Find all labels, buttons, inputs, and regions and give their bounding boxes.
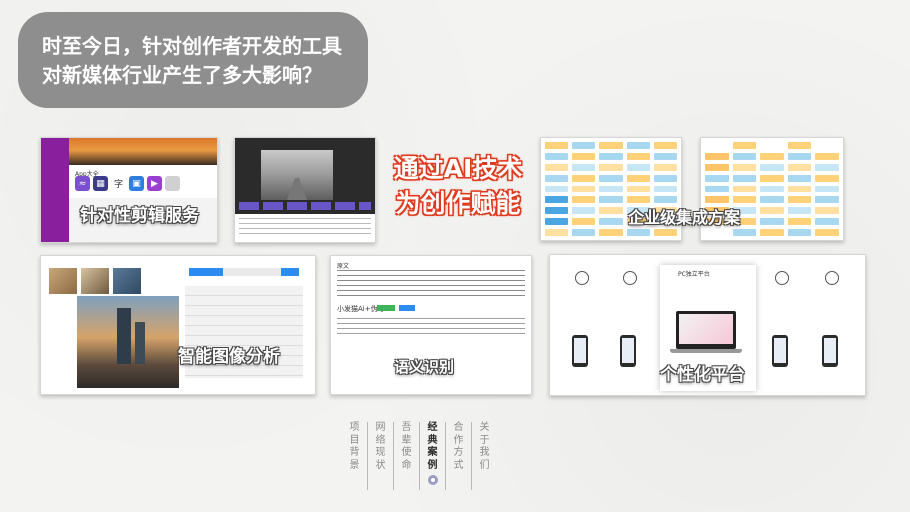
editor-notes — [239, 218, 371, 238]
tower-shape — [117, 308, 131, 364]
result-tag-green — [377, 305, 395, 311]
nav-item-char: 经 — [427, 422, 438, 433]
laptop-mockup — [676, 311, 736, 349]
image-analysis-screenshot — [40, 255, 316, 395]
placeholder-icon — [165, 176, 180, 191]
section-nav: 项目背景网络现状吾辈使命经典案例合作方式关于我们 — [342, 422, 497, 490]
result-text-block — [337, 318, 525, 338]
headline-banner: 时至今日，针对创作者开发的工具 对新媒体行业产生了多大影响？ — [18, 12, 368, 108]
nav-item-char: 式 — [453, 459, 464, 471]
device-icon — [575, 271, 589, 285]
nav-item-char: 典 — [427, 434, 438, 446]
nav-item-char: 辈 — [401, 434, 412, 446]
nav-item-4[interactable]: 经典案例 — [420, 422, 446, 490]
laptop-base — [670, 349, 742, 353]
app-icon-row: ≈ ▦ 字 ▣ ▶ — [75, 176, 180, 191]
video-icon: ▶ — [147, 176, 162, 191]
enterprise-solution-caption: 企业级集成方案 — [628, 208, 741, 227]
source-text-block — [337, 270, 525, 296]
phone-mockup-2 — [620, 335, 636, 367]
thumbnail-1 — [49, 268, 77, 294]
phone-mockup-1 — [572, 335, 588, 367]
editing-service-caption: 针对性剪辑服务 — [80, 206, 199, 226]
nav-item-char: 吾 — [401, 422, 412, 433]
thumbnail-2 — [81, 268, 109, 294]
nav-item-char: 命 — [401, 459, 412, 471]
nav-item-char: 关 — [479, 422, 490, 433]
image-analysis-caption: 智能图像分析 — [178, 347, 280, 367]
nav-item-char: 网 — [375, 422, 386, 433]
phone-mockup-4 — [822, 335, 838, 367]
nav-item-char: 案 — [427, 447, 438, 458]
source-text-heading: 原文 — [337, 263, 350, 270]
app-icon — [775, 271, 789, 285]
pc-platform-title: PC独立平台 — [678, 271, 710, 278]
nav-item-5[interactable]: 合作方式 — [446, 422, 472, 490]
nav-item-char: 目 — [349, 434, 360, 446]
text-icon: 字 — [111, 176, 126, 191]
video-editor-screenshot — [234, 137, 376, 243]
nav-item-char: 我 — [479, 447, 490, 458]
banner-image — [69, 138, 217, 165]
ai-empowerment-slogan: 通过AI技术 为创作赋能 — [390, 151, 526, 221]
nav-item-char: 例 — [427, 459, 438, 471]
nav-item-char: 使 — [401, 447, 412, 458]
grid-icon: ▦ — [93, 176, 108, 191]
link-icon — [623, 271, 637, 285]
slogan-line-1: 通过AI技术 — [393, 154, 523, 183]
feature-column-3 — [760, 265, 804, 288]
nav-item-char: 方 — [453, 447, 464, 458]
nav-item-char: 作 — [453, 434, 464, 446]
feature-column-4 — [810, 265, 854, 288]
editing-service-screenshot: App大全 ≈ ▦ 字 ▣ ▶ — [40, 137, 218, 243]
nav-item-char: 合 — [453, 422, 464, 433]
image-icon: ▣ — [129, 176, 144, 191]
app-sidebar — [41, 138, 69, 242]
nav-item-char: 项 — [349, 422, 360, 433]
nav-item-char: 于 — [479, 434, 490, 446]
analyze-button — [281, 268, 299, 276]
wave-icon: ≈ — [75, 176, 90, 191]
phone-mockup-3 — [772, 335, 788, 367]
nav-item-2[interactable]: 网络现状 — [368, 422, 394, 490]
personalized-platform-caption: 个性化平台 — [660, 365, 745, 385]
nav-item-char: 背 — [349, 447, 360, 458]
nav-item-3[interactable]: 吾辈使命 — [394, 422, 420, 490]
upload-button — [189, 268, 223, 276]
active-indicator-icon — [427, 475, 438, 485]
nav-item-char: 状 — [375, 459, 386, 471]
nav-item-char: 络 — [375, 434, 386, 446]
nav-item-char: 们 — [479, 459, 490, 471]
nav-item-char: 景 — [349, 459, 360, 471]
plugin-icon — [825, 271, 839, 285]
tower-shape-2 — [135, 322, 145, 364]
headline-line-1: 时至今日，针对创作者开发的工具 — [42, 34, 342, 58]
feature-column-1 — [560, 265, 604, 288]
thumbnail-3 — [113, 268, 141, 294]
headline-line-2: 对新媒体行业产生了多大影响？ — [42, 63, 322, 87]
semantic-recognition-caption: 语义识别 — [394, 358, 455, 376]
nav-item-char: 现 — [375, 447, 386, 458]
result-tag-blue — [399, 305, 415, 311]
slogan-line-2: 为创作赋能 — [395, 189, 521, 218]
editor-timeline — [239, 202, 371, 210]
nav-item-6[interactable]: 关于我们 — [472, 422, 497, 490]
nav-item-1[interactable]: 项目背景 — [342, 422, 368, 490]
feature-column-2 — [608, 265, 652, 288]
